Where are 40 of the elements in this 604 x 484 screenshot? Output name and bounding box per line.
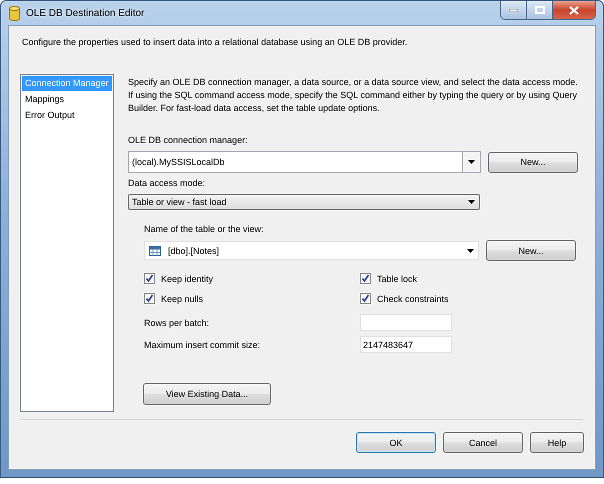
access-mode-dropdown[interactable]: Table or view - fast load bbox=[128, 194, 480, 210]
nav-item[interactable]: Error Output bbox=[22, 108, 78, 123]
dropdown-arrow-icon bbox=[468, 160, 475, 164]
table-icon bbox=[149, 246, 161, 256]
dropdown-arrow-icon bbox=[468, 200, 474, 204]
field-label: Rows per batch: bbox=[144, 318, 210, 328]
checkbox[interactable] bbox=[360, 273, 371, 284]
window-title: OLE DB Destination Editor bbox=[26, 8, 144, 18]
dialog-button[interactable]: Cancel bbox=[443, 432, 523, 453]
table-dropdown[interactable]: [dbo].[Notes] bbox=[144, 241, 479, 260]
dialog-button[interactable]: Help bbox=[530, 432, 584, 453]
checkbox-label: Table lock bbox=[377, 274, 418, 284]
instructions-text: Specify an OLE DB connection manager, a data source, or a data source view, and select the data access mode. If using the SQL command access mode, specify the SQL command either by typing the query or by using Query Builder. For fast-load data access, set the table update options. bbox=[128, 76, 579, 115]
new-button[interactable]: New... bbox=[486, 240, 576, 261]
dialog-button[interactable]: OK bbox=[356, 432, 436, 453]
dropdown-arrow-icon bbox=[466, 248, 474, 252]
field-label: Maximum insert commit size: bbox=[144, 340, 262, 350]
new-button[interactable]: New... bbox=[488, 152, 578, 172]
field-label: Data access mode: bbox=[128, 178, 206, 190]
minimize-icon bbox=[509, 8, 518, 12]
database-icon bbox=[9, 6, 20, 20]
checkbox[interactable] bbox=[360, 293, 371, 304]
maximize-button[interactable] bbox=[527, 1, 553, 19]
nav-item[interactable]: Mappings bbox=[22, 92, 68, 107]
checkbox[interactable] bbox=[144, 293, 155, 304]
text-field[interactable] bbox=[360, 314, 452, 331]
field-label: Name of the table or the view: bbox=[144, 224, 265, 236]
description-text: Configure the properties used to insert data into a relational database using an OLE DB provider. bbox=[22, 37, 408, 49]
checkbox-label: Keep identity bbox=[161, 274, 214, 284]
checkbox-label: Keep nulls bbox=[161, 294, 204, 304]
checkbox-label: Check constraints bbox=[377, 294, 449, 304]
view-data-button[interactable]: View Existing Data... bbox=[143, 383, 271, 405]
minimize-button[interactable] bbox=[501, 1, 527, 19]
close-button[interactable] bbox=[553, 1, 595, 19]
text-field[interactable]: 2147483647 bbox=[360, 336, 452, 353]
connection-manager-dropdown[interactable]: (local).MySSISLocalDb bbox=[128, 151, 481, 173]
close-icon bbox=[569, 6, 579, 14]
field-label: OLE DB connection manager: bbox=[128, 135, 249, 147]
maximize-icon bbox=[534, 6, 544, 14]
checkbox[interactable] bbox=[144, 273, 155, 284]
